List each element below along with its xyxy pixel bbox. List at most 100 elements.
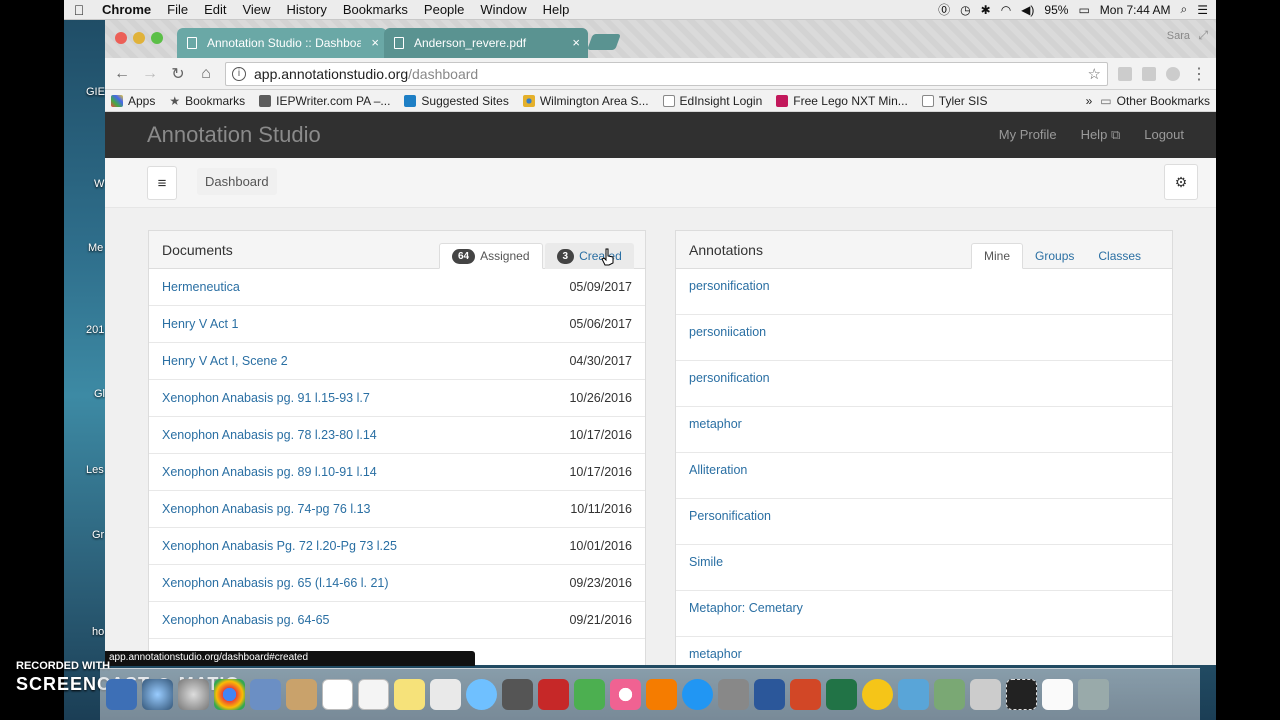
new-tab-button[interactable]: [587, 34, 621, 50]
desktop-label[interactable]: Gr: [92, 529, 104, 541]
extension-icon[interactable]: [1142, 66, 1156, 81]
my-profile-link[interactable]: My Profile: [999, 127, 1057, 143]
tab-assigned[interactable]: 64 Assigned: [439, 243, 543, 269]
tab-annotation-studio[interactable]: Annotation Studio :: Dashboa ×: [177, 28, 387, 58]
desktop-label[interactable]: Les: [86, 464, 104, 476]
document-link[interactable]: Xenophon Anabasis pg. 74-pg 76 l.13: [162, 502, 371, 516]
bookmark-iepwriter[interactable]: IEPWriter.com PA –...: [259, 94, 390, 108]
tab-created[interactable]: 3 Created: [544, 243, 634, 269]
other-bookmarks[interactable]: ▭ Other Bookmarks: [1100, 94, 1210, 108]
time-machine-icon[interactable]: ◷: [960, 3, 970, 17]
battery-percent[interactable]: 95%: [1044, 3, 1068, 17]
safari-icon[interactable]: [178, 679, 209, 710]
desktop-label[interactable]: GIE: [86, 86, 105, 98]
hamburger-menu-icon[interactable]: ≡: [147, 166, 177, 200]
bookmark-edinsight[interactable]: EdInsight Login: [662, 94, 762, 108]
bookmark-star-icon[interactable]: ☆: [1088, 65, 1101, 83]
bookmark-apps[interactable]: Apps: [111, 94, 155, 108]
help-link[interactable]: Help ⧉: [1081, 127, 1121, 143]
document-link[interactable]: Xenophon Anabasis pg. 91 l.15-93 l.7: [162, 391, 370, 405]
document-link[interactable]: Xenophon Anabasis Pg. 72 l.20-Pg 73 l.25: [162, 539, 397, 553]
bluetooth-icon[interactable]: ✱: [981, 3, 991, 17]
desktop-label[interactable]: W: [94, 178, 104, 190]
iphoto-icon[interactable]: [574, 679, 605, 710]
photo-booth-icon[interactable]: [538, 679, 569, 710]
outlook-icon[interactable]: [862, 679, 893, 710]
mail-icon[interactable]: [250, 679, 281, 710]
menu-bookmarks[interactable]: Bookmarks: [335, 2, 416, 17]
bookmark-suggested-sites[interactable]: Suggested Sites: [404, 94, 509, 108]
wifi-icon[interactable]: ◠: [1001, 3, 1011, 17]
excel-icon[interactable]: [826, 679, 857, 710]
bookmark-tyler-sis[interactable]: Tyler SIS: [921, 94, 987, 108]
document-link[interactable]: Xenophon Anabasis pg. 64-65: [162, 613, 330, 627]
launchpad-icon[interactable]: [142, 679, 173, 710]
desktop-label[interactable]: Me: [88, 242, 103, 254]
document-link[interactable]: Xenophon Anabasis pg. 89 l.10-91 l.14: [162, 465, 377, 479]
tab-groups[interactable]: Groups: [1023, 243, 1086, 269]
annotation-link[interactable]: personification: [676, 361, 1172, 407]
document-icon[interactable]: [1042, 679, 1073, 710]
reminders-icon[interactable]: [358, 679, 389, 710]
settings-gears-icon[interactable]: ⚙: [1164, 164, 1198, 200]
document-link[interactable]: Xenophon Anabasis pg. 65 (l.14-66 l. 21): [162, 576, 389, 590]
menu-window[interactable]: Window: [472, 2, 534, 17]
help-question-icon[interactable]: [970, 679, 1001, 710]
annotation-link[interactable]: Metaphor: Cemetary: [676, 591, 1172, 637]
chrome-icon[interactable]: [214, 679, 245, 710]
skype-status-icon[interactable]: ⓪: [938, 1, 950, 18]
brand-logo[interactable]: Annotation Studio: [147, 122, 321, 148]
home-icon[interactable]: ⌂: [197, 65, 215, 83]
notes-icon[interactable]: [394, 679, 425, 710]
bookmark-bookmarks[interactable]: ★ Bookmarks: [169, 94, 245, 108]
tab-mine[interactable]: Mine: [971, 243, 1024, 269]
menu-view[interactable]: View: [234, 2, 278, 17]
fullscreen-icon[interactable]: ⤢: [1198, 28, 1208, 43]
document-link[interactable]: Henry V Act 1: [162, 317, 238, 331]
address-bar[interactable]: i app.annotationstudio.org/dashboard ☆: [225, 61, 1108, 86]
extension-icon[interactable]: [1166, 66, 1180, 81]
extension-icon[interactable]: [1118, 66, 1132, 81]
calendar-icon[interactable]: [322, 679, 353, 710]
document-link[interactable]: Xenophon Anabasis pg. 78 l.23-80 l.14: [162, 428, 377, 442]
desktop-label[interactable]: ho: [92, 626, 104, 638]
word-icon[interactable]: [754, 679, 785, 710]
lync-icon[interactable]: [898, 679, 929, 710]
logout-link[interactable]: Logout: [1144, 127, 1184, 143]
document-link[interactable]: Henry V Act I, Scene 2: [162, 354, 288, 368]
annotation-link[interactable]: personification: [676, 269, 1172, 315]
trash-icon[interactable]: [1078, 679, 1109, 710]
app-store-icon[interactable]: [682, 679, 713, 710]
close-tab-icon[interactable]: ×: [572, 35, 580, 50]
annotation-link[interactable]: metaphor: [676, 407, 1172, 453]
reload-icon[interactable]: ↻: [169, 64, 187, 84]
itunes-icon[interactable]: [610, 679, 641, 710]
bookmark-wilmington[interactable]: Wilmington Area S...: [522, 94, 649, 108]
menu-people[interactable]: People: [416, 2, 472, 17]
document-link[interactable]: Hermeneutica: [162, 280, 240, 294]
chevron-right-icon[interactable]: »: [1086, 94, 1093, 108]
powerpoint-icon[interactable]: [790, 679, 821, 710]
annotation-link[interactable]: personiication: [676, 315, 1172, 361]
close-window-button[interactable]: [115, 32, 127, 44]
screenshot-icon[interactable]: [1006, 679, 1037, 710]
close-tab-icon[interactable]: ×: [371, 35, 379, 50]
notification-center-icon[interactable]: ☰: [1197, 3, 1208, 17]
system-preferences-icon[interactable]: [718, 679, 749, 710]
menu-file[interactable]: File: [159, 2, 196, 17]
utility-icon[interactable]: [934, 679, 965, 710]
annotation-link[interactable]: Alliteration: [676, 453, 1172, 499]
tab-classes[interactable]: Classes: [1086, 243, 1153, 269]
bookmark-lego[interactable]: Free Lego NXT Min...: [776, 94, 908, 108]
facetime-icon[interactable]: [502, 679, 533, 710]
desktop-label[interactable]: Gl: [94, 388, 105, 400]
profile-name[interactable]: Sara: [1167, 30, 1190, 42]
spotlight-search-icon[interactable]: ⌕: [1181, 2, 1188, 17]
chrome-menu-icon[interactable]: ⋮: [1190, 64, 1208, 84]
clock[interactable]: Mon 7:44 AM: [1100, 3, 1171, 17]
messages-icon[interactable]: [466, 679, 497, 710]
preview-icon[interactable]: [430, 679, 461, 710]
annotation-link[interactable]: Personification: [676, 499, 1172, 545]
desktop-label[interactable]: 201: [86, 324, 104, 336]
forward-arrow-icon[interactable]: →: [141, 65, 159, 83]
